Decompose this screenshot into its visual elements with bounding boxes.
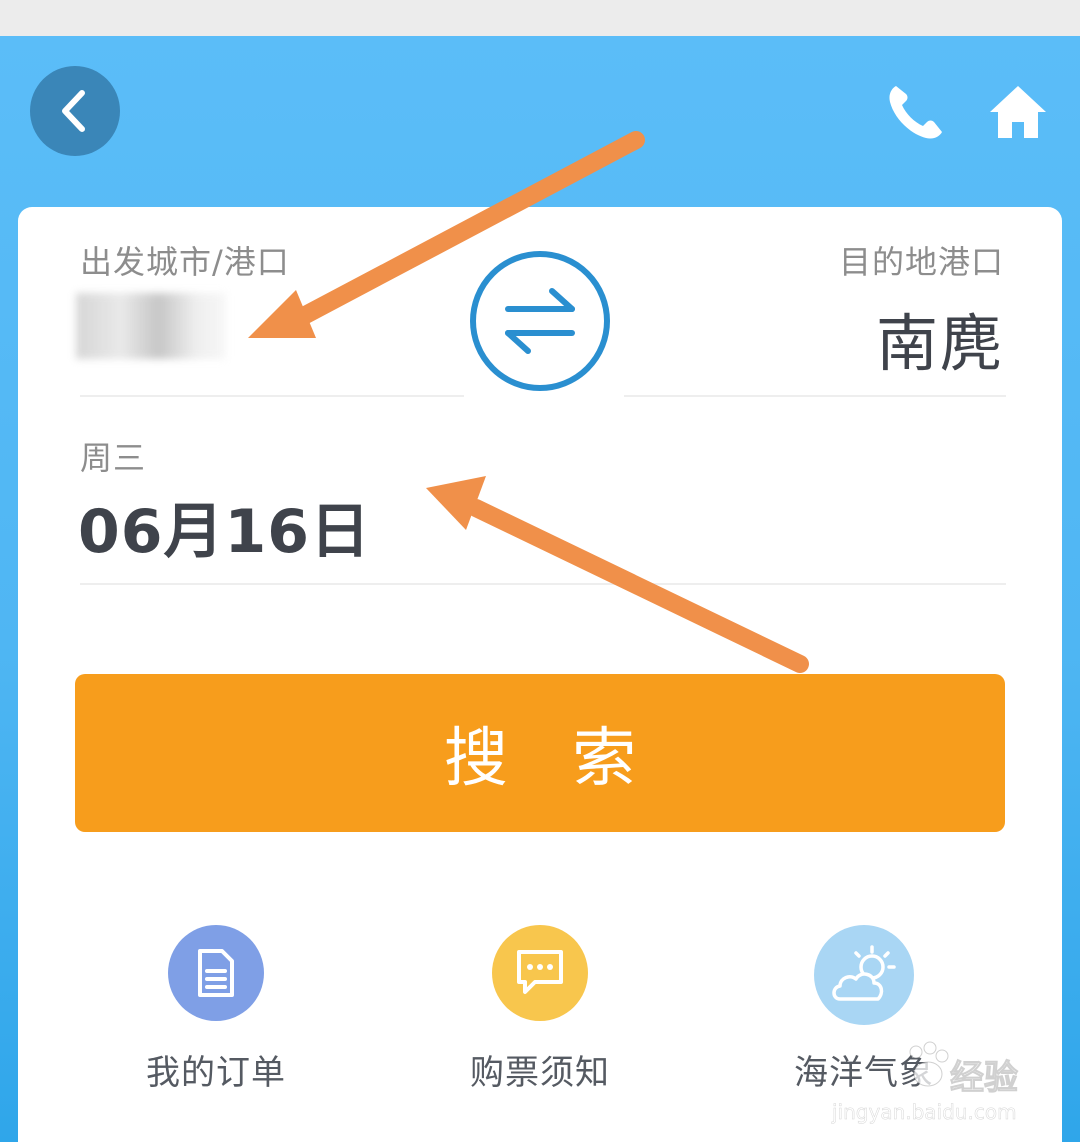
divider bbox=[624, 395, 1006, 397]
status-strip bbox=[0, 0, 1080, 36]
departure-label: 出发城市/港口 bbox=[80, 243, 290, 281]
departure-date[interactable]: 06月16日 bbox=[78, 483, 371, 570]
phone-icon[interactable] bbox=[884, 80, 948, 144]
quick-link-label: 购票须知 bbox=[470, 1053, 610, 1093]
search-button[interactable]: 搜 索 bbox=[75, 674, 1005, 832]
paw-logo-icon bbox=[909, 1041, 949, 1087]
watermark-url: jingyan.baidu.com bbox=[832, 1100, 1017, 1125]
divider bbox=[80, 583, 1006, 585]
destination-label: 目的地港口 bbox=[838, 243, 1004, 281]
document-icon bbox=[168, 925, 264, 1021]
destination-value[interactable]: 南麂 bbox=[876, 293, 1004, 383]
weather-icon bbox=[814, 925, 914, 1025]
weekday-label: 周三 bbox=[80, 439, 147, 477]
booking-card: 出发城市/港口 目的地港口 南麂 周三 06月16日 搜 索 我的订单 购票须知… bbox=[18, 207, 1062, 1142]
watermark-text: 经验 bbox=[950, 1058, 1019, 1099]
quick-link-ticket-notice[interactable]: 购票须知 bbox=[420, 925, 660, 1095]
quick-link-label: 我的订单 bbox=[146, 1053, 286, 1093]
chat-bubble-icon bbox=[492, 925, 588, 1021]
departure-value-obscured[interactable] bbox=[76, 293, 226, 359]
home-icon[interactable] bbox=[986, 80, 1050, 144]
watermark: 经验 jingyan.baidu.com bbox=[820, 1030, 1040, 1130]
divider bbox=[80, 395, 464, 397]
chevron-left-icon bbox=[62, 90, 85, 132]
quick-link-my-orders[interactable]: 我的订单 bbox=[96, 925, 336, 1095]
back-button[interactable] bbox=[30, 66, 120, 156]
swap-arrows-icon[interactable] bbox=[468, 249, 612, 393]
